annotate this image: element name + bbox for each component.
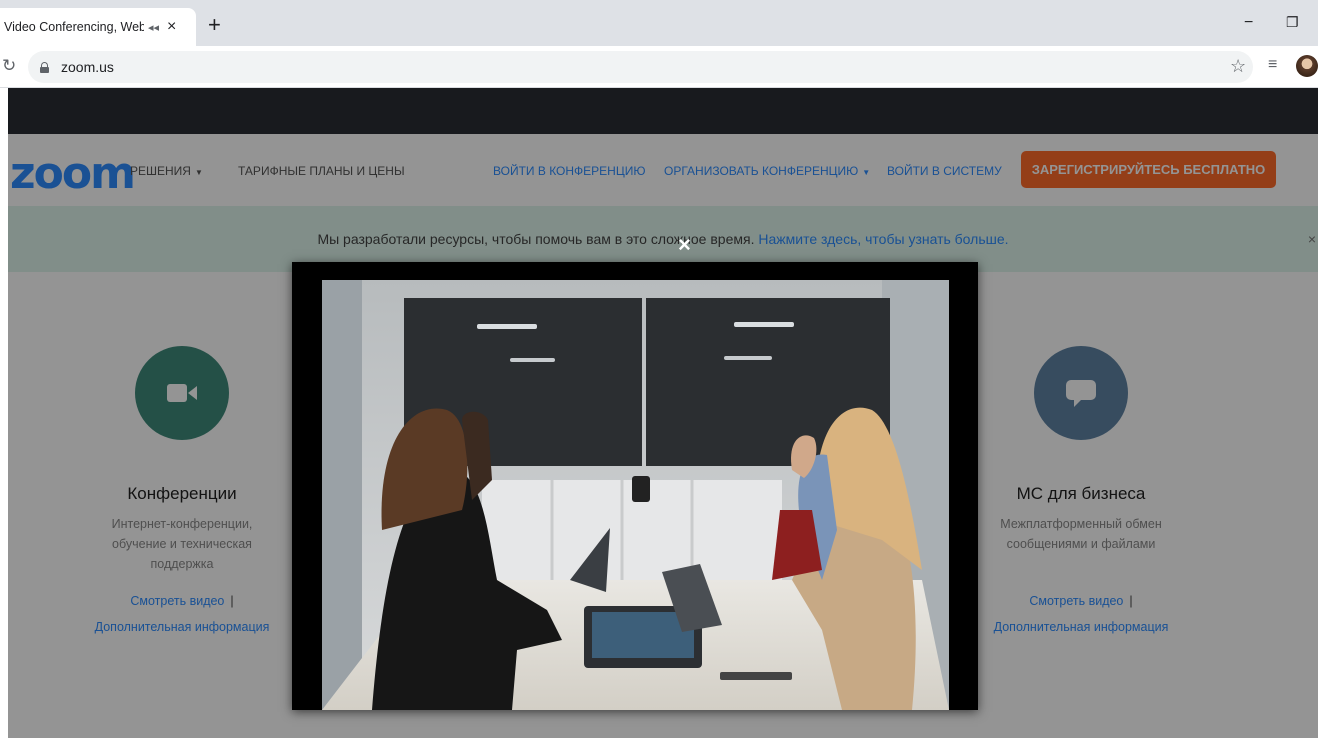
- speaker-icon[interactable]: ◂◂: [148, 21, 159, 34]
- reading-list-icon[interactable]: ≡: [1268, 56, 1277, 74]
- lock-icon[interactable]: [40, 61, 49, 73]
- meeting-room-video[interactable]: [322, 280, 949, 710]
- browser-tab[interactable]: Video Conferencing, Web Co ◂◂ ×: [0, 8, 196, 46]
- tab-close-icon[interactable]: ×: [167, 18, 176, 36]
- tab-title: Video Conferencing, Web Co: [4, 20, 144, 34]
- minimize-button[interactable]: −: [1244, 14, 1253, 32]
- zoom-page: zoom РЕШЕНИЯ ▼ ТАРИФНЫЕ ПЛАНЫ И ЦЕНЫ ВОЙТ…: [8, 88, 1318, 738]
- modal-close-icon[interactable]: ×: [678, 234, 691, 256]
- video-modal: [292, 262, 978, 710]
- restore-button[interactable]: ❐: [1286, 14, 1299, 31]
- screen: Video Conferencing, Web Co ◂◂ × + − ❐ ↻ …: [0, 0, 1318, 738]
- new-tab-button[interactable]: +: [208, 14, 221, 36]
- reload-icon[interactable]: ↻: [2, 56, 16, 76]
- url-text: zoom.us: [61, 59, 114, 75]
- bookmark-star-icon[interactable]: ☆: [1230, 56, 1246, 77]
- address-bar[interactable]: zoom.us: [28, 51, 1253, 83]
- browser-tab-strip: Video Conferencing, Web Co ◂◂ × + − ❐: [0, 0, 1318, 46]
- browser-toolbar: ↻ zoom.us ☆ ≡: [0, 46, 1318, 88]
- profile-avatar[interactable]: [1296, 55, 1318, 77]
